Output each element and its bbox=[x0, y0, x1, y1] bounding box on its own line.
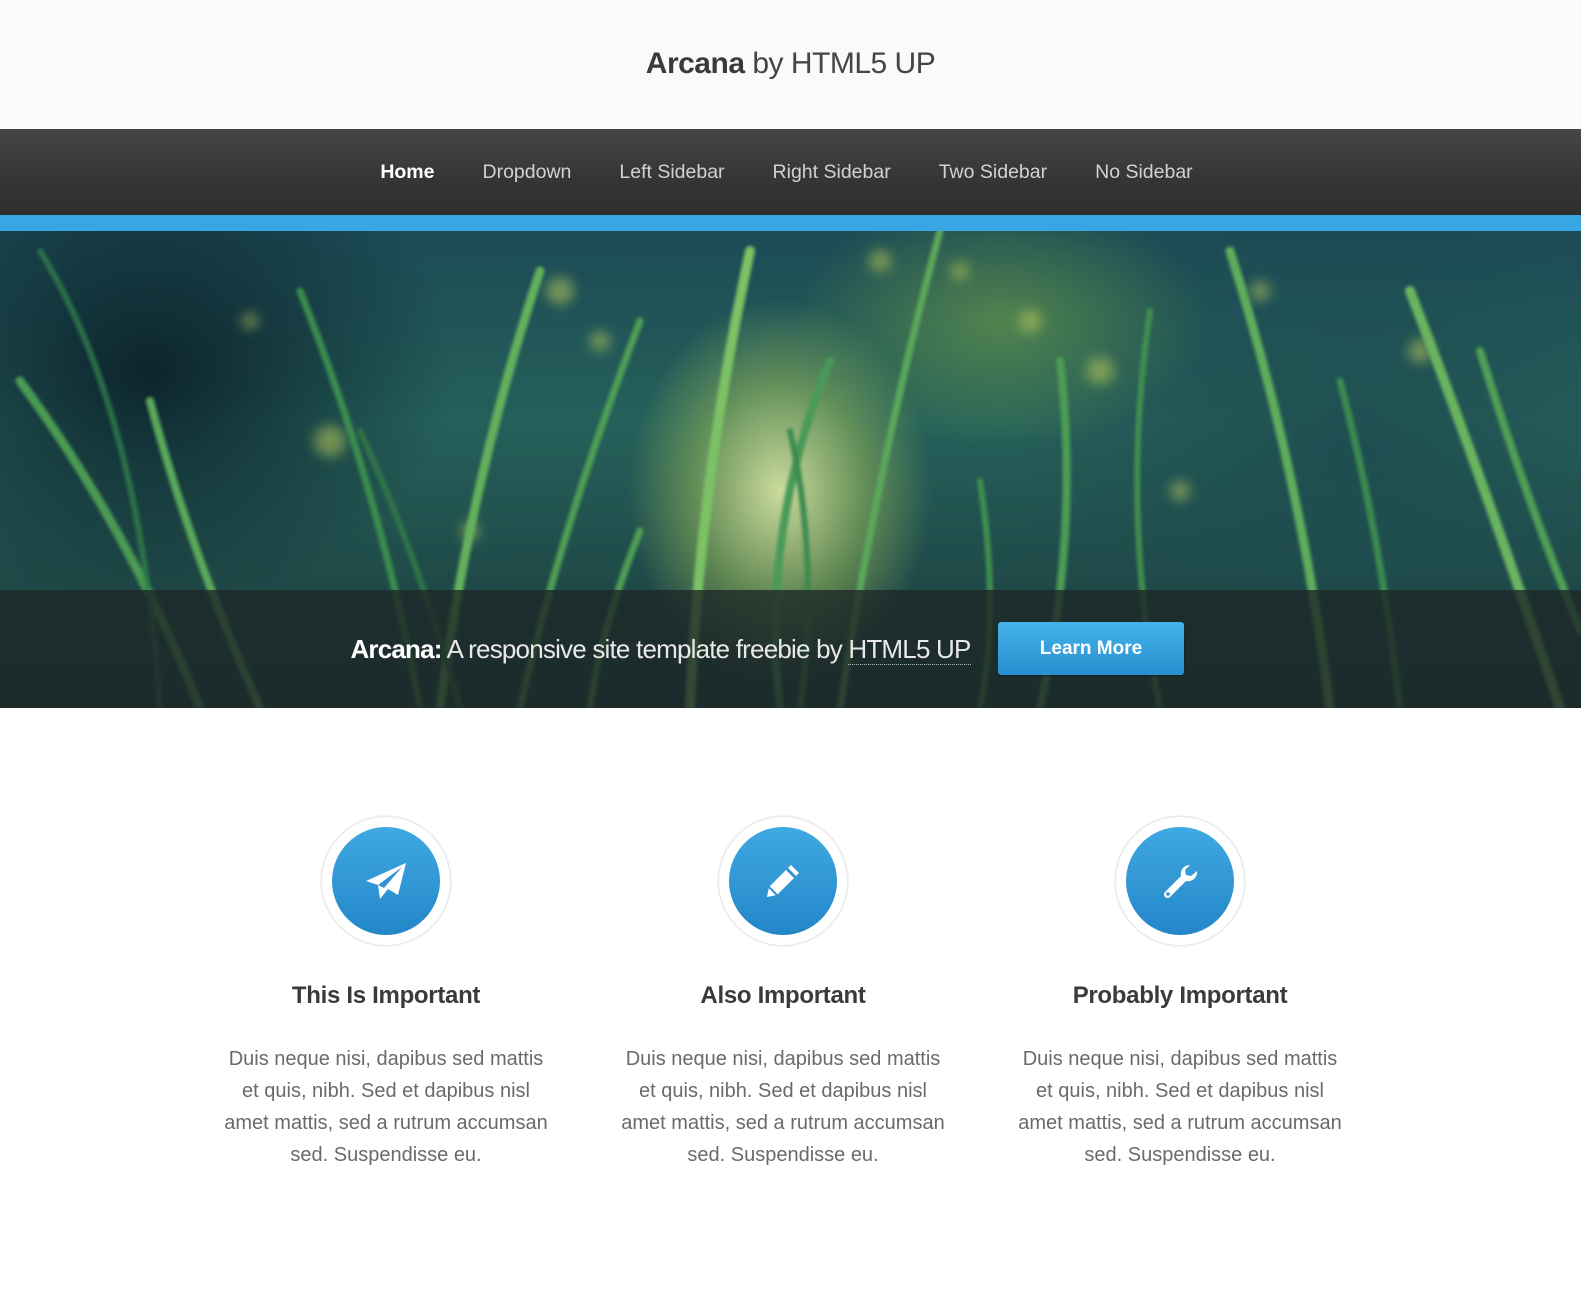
banner-tagline: Arcana: A responsive site template freeb… bbox=[350, 633, 971, 665]
site-header: Arcana by HTML5 UP Home Dropdown Left Si… bbox=[0, 0, 1581, 231]
nav-item-two-sidebar[interactable]: Two Sidebar bbox=[915, 161, 1071, 184]
banner-caption-bar: Arcana: A responsive site template freeb… bbox=[0, 590, 1581, 708]
paper-plane-icon bbox=[366, 863, 406, 899]
nav-list: Home Dropdown Left Sidebar Right Sidebar… bbox=[356, 161, 1217, 227]
nav-item-dropdown[interactable]: Dropdown bbox=[459, 161, 596, 184]
features-section: This Is Important Duis neque nisi, dapib… bbox=[0, 708, 1581, 1293]
feature-icon-circle bbox=[1126, 827, 1234, 935]
banner-title-strong: Arcana: bbox=[350, 633, 442, 664]
nav-item-left-sidebar[interactable]: Left Sidebar bbox=[595, 161, 748, 184]
feature-title: Also Important bbox=[700, 982, 866, 1009]
logo-bar: Arcana by HTML5 UP bbox=[0, 0, 1581, 129]
feature-icon-ring bbox=[1115, 816, 1245, 946]
feature-card: Also Important Duis neque nisi, dapibus … bbox=[603, 816, 963, 1171]
feature-title: This Is Important bbox=[291, 982, 481, 1009]
main-nav: Home Dropdown Left Sidebar Right Sidebar… bbox=[0, 129, 1581, 227]
nav-item-no-sidebar[interactable]: No Sidebar bbox=[1071, 161, 1217, 184]
learn-more-button[interactable]: Learn More bbox=[998, 622, 1184, 675]
feature-card: This Is Important Duis neque nisi, dapib… bbox=[206, 816, 566, 1171]
feature-body: Duis neque nisi, dapibus sed mattis et q… bbox=[621, 1048, 945, 1166]
wrench-icon bbox=[1163, 864, 1198, 899]
feature-icon-circle bbox=[729, 827, 837, 935]
banner-title-rest: A responsive site template freebie by bbox=[441, 633, 849, 664]
feature-icon-ring bbox=[718, 816, 848, 946]
feature-title: Probably Important bbox=[1072, 982, 1288, 1009]
logo-strong: Arcana bbox=[645, 46, 745, 80]
feature-icon-ring bbox=[321, 816, 451, 946]
site-logo[interactable]: Arcana by HTML5 UP bbox=[645, 46, 936, 81]
banner-html5up-link[interactable]: HTML5 UP bbox=[848, 633, 971, 665]
feature-card: Probably Important Duis neque nisi, dapi… bbox=[1000, 816, 1360, 1171]
nav-item-right-sidebar[interactable]: Right Sidebar bbox=[749, 161, 915, 184]
nav-accent-bar bbox=[0, 215, 1581, 231]
nav-item-home[interactable]: Home bbox=[356, 161, 458, 227]
pencil-icon bbox=[767, 865, 799, 897]
feature-body: Duis neque nisi, dapibus sed mattis et q… bbox=[224, 1048, 548, 1166]
feature-body: Duis neque nisi, dapibus sed mattis et q… bbox=[1018, 1048, 1342, 1166]
feature-icon-circle bbox=[332, 827, 440, 935]
logo-rest: by HTML5 UP bbox=[744, 46, 936, 80]
hero-banner: Arcana: A responsive site template freeb… bbox=[0, 231, 1581, 708]
